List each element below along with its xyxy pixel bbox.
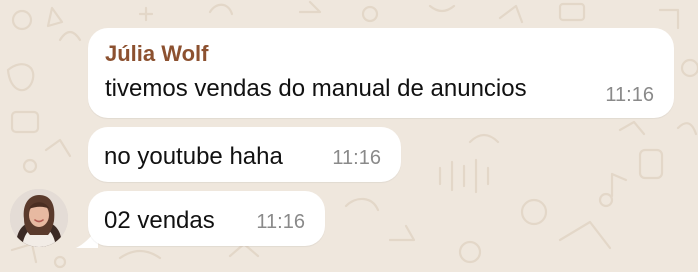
message-text: 02 vendas xyxy=(104,207,215,234)
message-timestamp: 11:16 xyxy=(605,84,654,106)
message-timestamp: 11:16 xyxy=(332,147,381,169)
message-text: tivemos vendas do manual de anuncios xyxy=(105,75,527,102)
sender-avatar-photo xyxy=(10,189,68,247)
avatar[interactable] xyxy=(10,189,68,247)
sender-name[interactable]: Júlia Wolf xyxy=(105,41,209,67)
message-timestamp: 11:16 xyxy=(256,211,305,233)
message-bubble[interactable]: Júlia Wolf tivemos vendas do manual de a… xyxy=(88,28,674,118)
message-bubble[interactable]: 02 vendas 11:16 xyxy=(88,191,325,246)
message-text: no youtube haha xyxy=(104,143,283,170)
message-bubble[interactable]: no youtube haha 11:16 xyxy=(88,127,401,182)
